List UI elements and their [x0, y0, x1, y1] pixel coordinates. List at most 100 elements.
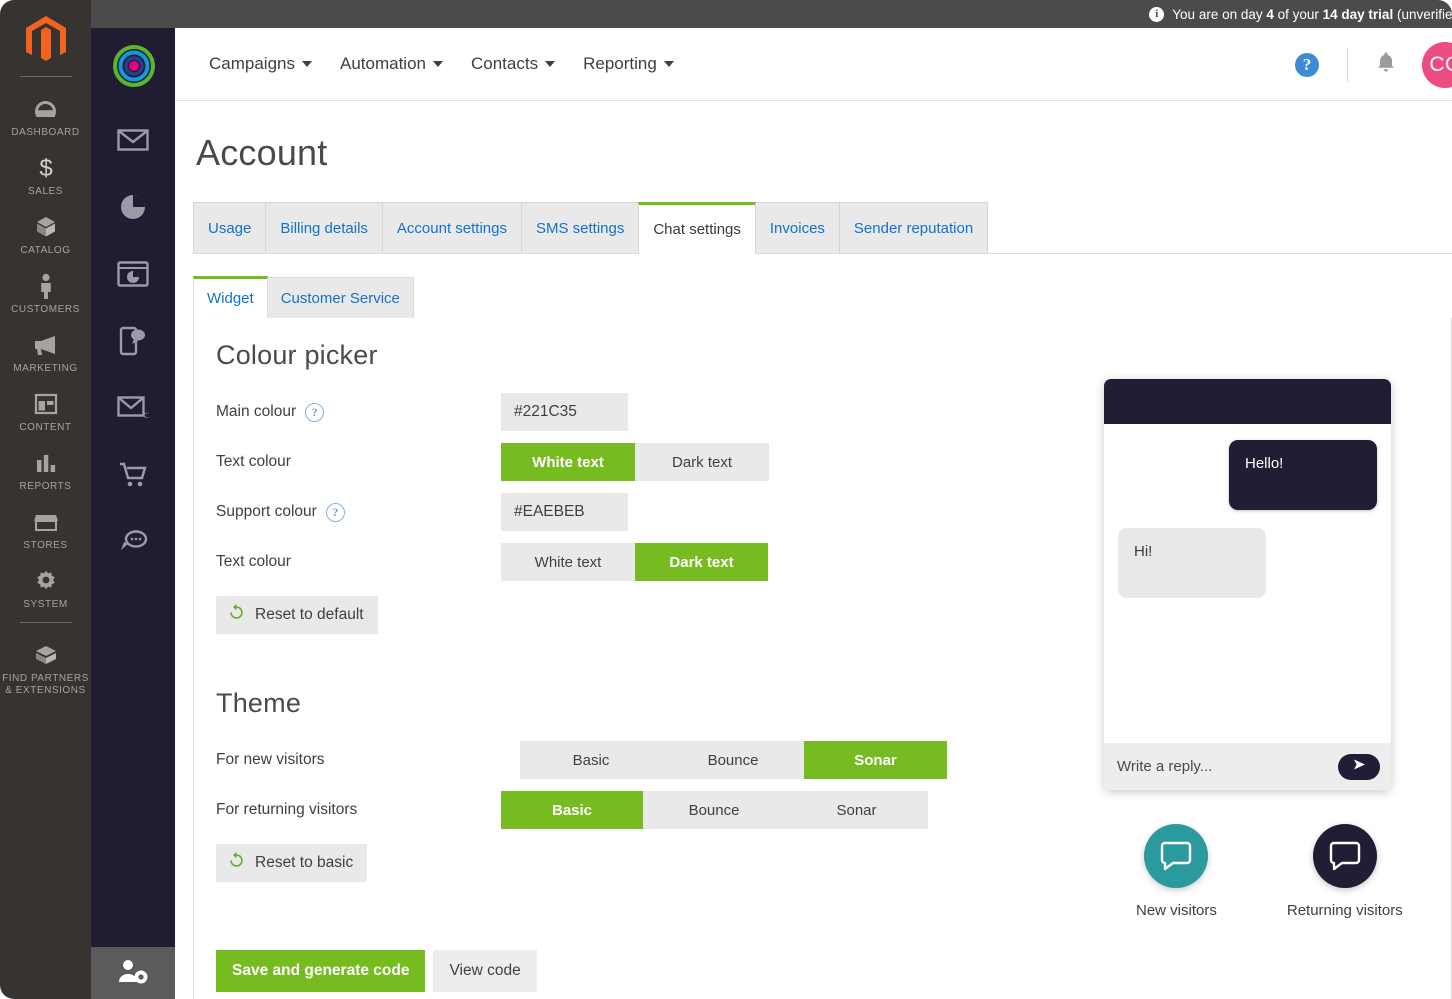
- mobile-chat-icon[interactable]: [91, 307, 175, 374]
- gear-icon: [34, 566, 58, 596]
- chat-bubble-icon: [1144, 824, 1209, 888]
- svg-text:<>: <>: [141, 411, 149, 421]
- chevron-down-icon: [433, 61, 443, 67]
- reset-to-default-button[interactable]: Reset to default: [216, 596, 378, 634]
- support-text-colour-label: Text colour: [216, 553, 291, 570]
- subtab-customer-service[interactable]: Customer Service: [266, 277, 414, 318]
- bell-icon[interactable]: [1376, 51, 1396, 79]
- sidebar-item-label: SYSTEM: [23, 599, 68, 610]
- chevron-down-icon: [302, 61, 312, 67]
- info-icon: i: [1149, 6, 1165, 22]
- dotdigital-logo-icon[interactable]: [113, 45, 155, 87]
- trial-banner: i You are on day 4 of your 14 day trial …: [91, 0, 1452, 28]
- sidebar-item-catalog[interactable]: CATALOG: [0, 205, 91, 264]
- new-visitors-badge[interactable]: New visitors: [1136, 824, 1217, 919]
- tab-label: Invoices: [769, 219, 825, 237]
- chat-outgoing-bubble: Hello!: [1229, 440, 1377, 510]
- returning-visitors-theme-toggle: Basic Bounce Sonar: [501, 791, 928, 829]
- page-title: Account: [196, 132, 328, 173]
- question-mark-icon[interactable]: ?: [305, 402, 325, 422]
- sidebar-item-find-partners[interactable]: FIND PARTNERS & EXTENSIONS: [0, 633, 91, 704]
- new-visitors-basic-option[interactable]: Basic: [520, 741, 662, 779]
- magento-sidebar: DASHBOARD $ SALES CATALOG CUSTOMERS MARK…: [0, 0, 91, 999]
- reset-to-default-label: Reset to default: [255, 606, 364, 623]
- main-text-dark-option[interactable]: Dark text: [635, 443, 769, 481]
- shopping-cart-icon[interactable]: [91, 441, 175, 508]
- support-text-white-option[interactable]: White text: [501, 543, 635, 581]
- sidebar-item-label: CONTENT: [19, 422, 72, 433]
- user-settings-button[interactable]: [91, 947, 175, 999]
- sidebar-item-label: SALES: [28, 186, 63, 197]
- returning-visitors-badge[interactable]: Returning visitors: [1287, 824, 1403, 919]
- reset-to-basic-button[interactable]: Reset to basic: [216, 844, 368, 882]
- nav-item-label: Campaigns: [209, 54, 295, 73]
- storefront-icon: [33, 507, 59, 537]
- chat-bubble-icon[interactable]: [91, 508, 175, 575]
- main-text-white-option[interactable]: White text: [501, 443, 635, 481]
- chat-reply-input[interactable]: Write a reply...: [1117, 758, 1212, 775]
- new-visitors-bounce-option[interactable]: Bounce: [662, 741, 804, 779]
- tab-label: Sender reputation: [853, 219, 974, 237]
- returning-visitors-basic-option[interactable]: Basic: [501, 791, 643, 829]
- nav-item-label: Reporting: [583, 54, 657, 73]
- support-text-colour-toggle: White text Dark text: [501, 543, 768, 581]
- pie-chart-icon[interactable]: [91, 173, 175, 240]
- sidebar-item-label: REPORTS: [19, 481, 72, 492]
- chat-bubble-icon: [1312, 824, 1377, 888]
- tab-invoices[interactable]: Invoices: [754, 202, 840, 253]
- main-colour-label-group: Main colour ?: [216, 402, 501, 422]
- help-icon[interactable]: ?: [1295, 52, 1319, 77]
- main-text-colour-label: Text colour: [216, 453, 291, 470]
- question-mark-icon[interactable]: ?: [325, 502, 345, 522]
- trial-banner-text: You are on day 4 of your 14 day trial (u…: [1172, 6, 1452, 22]
- subtab-label: Widget: [207, 290, 254, 307]
- reset-to-basic-label: Reset to basic: [255, 854, 354, 871]
- sidebar-item-label: MARKETING: [13, 363, 78, 374]
- tab-chat-settings[interactable]: Chat settings: [638, 202, 756, 254]
- tab-sender-reputation[interactable]: Sender reputation: [838, 202, 989, 253]
- support-colour-input[interactable]: [501, 493, 628, 531]
- tab-sms-settings[interactable]: SMS settings: [520, 202, 640, 253]
- sidebar-item-stores[interactable]: STORES: [0, 500, 91, 559]
- returning-visitors-label: Returning visitors: [1286, 902, 1403, 919]
- send-button[interactable]: [1338, 753, 1380, 780]
- returning-visitors-bounce-option[interactable]: Bounce: [643, 791, 785, 829]
- sidebar-item-reports[interactable]: REPORTS: [0, 441, 91, 500]
- tab-account-settings[interactable]: Account settings: [381, 202, 522, 253]
- svg-text:$: $: [39, 155, 52, 181]
- nav-item-label: Automation: [340, 54, 426, 73]
- view-code-button[interactable]: View code: [433, 950, 537, 992]
- dashboard-report-icon[interactable]: [91, 240, 175, 307]
- magento-logo-icon[interactable]: [22, 14, 70, 64]
- sidebar-item-system[interactable]: SYSTEM: [0, 559, 91, 618]
- sidebar-item-content[interactable]: CONTENT: [0, 382, 91, 441]
- envelope-code-icon[interactable]: <>: [91, 374, 175, 441]
- nav-item-campaigns[interactable]: Campaigns: [195, 46, 326, 82]
- save-and-generate-code-button[interactable]: Save and generate code: [216, 950, 426, 992]
- envelope-icon[interactable]: [91, 106, 175, 173]
- support-text-dark-option[interactable]: Dark text: [635, 543, 768, 581]
- nav-item-contacts[interactable]: Contacts: [457, 46, 569, 82]
- new-visitors-theme-label: For new visitors: [216, 751, 325, 768]
- nav-item-reporting[interactable]: Reporting: [569, 46, 688, 82]
- subtab-widget[interactable]: Widget: [193, 276, 268, 318]
- chat-preview-header: [1104, 379, 1391, 424]
- sidebar-item-customers[interactable]: CUSTOMERS: [0, 264, 91, 323]
- sidebar-divider-2: [19, 622, 72, 623]
- main-colour-input[interactable]: [501, 393, 628, 431]
- sidebar-item-dashboard[interactable]: DASHBOARD: [0, 87, 91, 146]
- returning-visitors-sonar-option[interactable]: Sonar: [785, 791, 928, 829]
- sidebar-item-sales[interactable]: $ SALES: [0, 146, 91, 205]
- dotdigital-nav-rail: <>: [91, 28, 175, 999]
- sidebar-item-label: STORES: [23, 540, 68, 551]
- tab-label: Billing details: [280, 219, 368, 237]
- footer-actions: Save and generate code View code: [216, 950, 1451, 992]
- tab-usage[interactable]: Usage: [193, 202, 267, 253]
- new-visitors-sonar-option[interactable]: Sonar: [804, 741, 947, 779]
- colour-picker-heading: Colour picker: [216, 340, 378, 370]
- dollar-icon: $: [36, 153, 56, 183]
- avatar[interactable]: CC: [1422, 41, 1452, 88]
- tab-billing-details[interactable]: Billing details: [265, 202, 383, 253]
- nav-item-automation[interactable]: Automation: [326, 46, 457, 82]
- sidebar-item-marketing[interactable]: MARKETING: [0, 323, 91, 382]
